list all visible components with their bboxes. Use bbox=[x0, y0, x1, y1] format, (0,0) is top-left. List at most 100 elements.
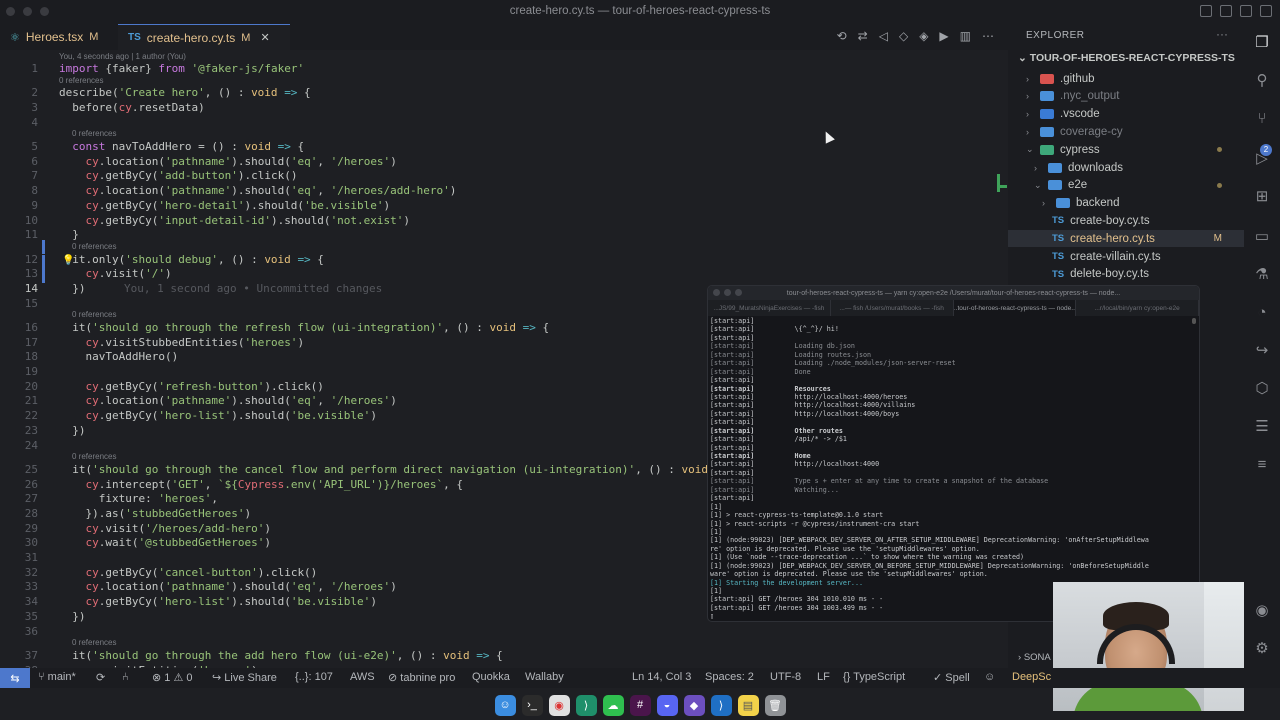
toggle-panel-icon[interactable] bbox=[1220, 5, 1232, 17]
references-lens[interactable]: 0 references bbox=[72, 452, 116, 461]
wallaby-status[interactable]: Wallaby bbox=[525, 671, 564, 683]
code-line[interactable]: 12 it.only('should debug', () : void => … bbox=[0, 253, 1008, 268]
references-lens[interactable]: 0 references bbox=[72, 129, 116, 138]
tabnine-status[interactable]: ⊘ tabnine pro bbox=[388, 671, 455, 684]
notes-icon[interactable]: ≡ bbox=[1250, 452, 1274, 476]
terminal-tab[interactable]: ...r/local/bin/yarn cy:open-e2e bbox=[1076, 300, 1199, 316]
chevron-right-icon[interactable]: › bbox=[1026, 127, 1036, 137]
customize-layout-icon[interactable] bbox=[1260, 5, 1272, 17]
file-item[interactable]: TS create-hero.cy.ts M bbox=[1008, 230, 1244, 248]
cursor-position[interactable]: Ln 14, Col 3 bbox=[632, 671, 691, 683]
code-line[interactable]: 3 before(cy.resetData) bbox=[0, 101, 1008, 116]
previous-change-icon[interactable]: ◇ bbox=[899, 29, 908, 43]
git-change-gutter[interactable] bbox=[42, 269, 45, 283]
code-line[interactable]: 6 cy.location('pathname').should('eq', '… bbox=[0, 155, 1008, 170]
code-line[interactable]: 5 const navToAddHero = () : void => { bbox=[0, 140, 1008, 155]
git-change-gutter[interactable] bbox=[42, 255, 45, 269]
folder-item[interactable]: › backend bbox=[1008, 195, 1244, 212]
chevron-down-icon[interactable]: ⌄ bbox=[1034, 180, 1044, 191]
spell-checker[interactable]: ✓ Spell bbox=[933, 671, 970, 684]
code-line[interactable]: 4 bbox=[0, 116, 1008, 131]
search-icon[interactable]: ⚲ bbox=[1250, 68, 1274, 92]
terminal-window[interactable]: tour-of-heroes-react-cypress-ts — yarn c… bbox=[707, 285, 1200, 622]
references-lens[interactable]: 0 references bbox=[72, 242, 116, 251]
terminal-tab[interactable]: ...— fish /Users/murat/books — -fish bbox=[831, 300, 954, 316]
list-icon[interactable]: ☰ bbox=[1250, 414, 1274, 438]
tab-create-hero[interactable]: TS create-hero.cy.ts M ✕ bbox=[118, 24, 290, 50]
timeline-history-icon[interactable]: ⟲ bbox=[837, 29, 847, 43]
explorer-more-icon[interactable]: ··· bbox=[1216, 27, 1228, 41]
encoding[interactable]: UTF-8 bbox=[770, 671, 801, 683]
code-line[interactable]: 2 describe('Create hero', () : void => { bbox=[0, 86, 1008, 101]
terminal-scrollbar[interactable] bbox=[1192, 318, 1196, 324]
file-item[interactable]: TS delete-boy.cy.ts bbox=[1008, 266, 1244, 283]
workspace-root[interactable]: ⌄ TOUR-OF-HEROES-REACT-CYPRESS-TS bbox=[1018, 52, 1235, 64]
live-share-icon[interactable]: ↪ bbox=[1250, 338, 1274, 362]
folder-item[interactable]: › .github bbox=[1008, 70, 1244, 87]
folder-item[interactable]: ⌄ e2e bbox=[1008, 177, 1244, 194]
toggle-primary-sidebar-icon[interactable] bbox=[1200, 5, 1212, 17]
chevron-right-icon[interactable]: › bbox=[1034, 163, 1044, 173]
folder-item[interactable]: › .vscode bbox=[1008, 106, 1244, 123]
aws-status[interactable]: AWS bbox=[350, 671, 375, 683]
chevron-right-icon[interactable]: › bbox=[1042, 198, 1052, 208]
folder-item[interactable]: › downloads bbox=[1008, 159, 1244, 176]
code-line[interactable]: 8 cy.location('pathname').should('eq', '… bbox=[0, 184, 1008, 199]
account-icon[interactable]: ◉ bbox=[1250, 598, 1274, 622]
docker-icon[interactable]: ⬡ bbox=[1250, 376, 1274, 400]
line-endings[interactable]: LF bbox=[817, 671, 830, 683]
bracket-count[interactable]: {..}: 107 bbox=[295, 671, 333, 683]
discord-icon[interactable]: ◒ bbox=[656, 694, 678, 716]
remote-indicator[interactable]: ⇆ bbox=[0, 668, 30, 688]
more-actions-icon[interactable]: ⋯ bbox=[982, 29, 994, 43]
code-line[interactable]: 7 cy.getByCy('add-button').click() bbox=[0, 169, 1008, 184]
vscode-icon[interactable]: ⟩ bbox=[710, 694, 732, 716]
deepscan-status[interactable]: DeepSc bbox=[1012, 671, 1051, 683]
cypress-icon[interactable]: ☁ bbox=[602, 694, 624, 716]
open-changes-icon[interactable]: ⇄ bbox=[858, 29, 868, 43]
live-share-status[interactable]: ↪ Live Share bbox=[212, 671, 277, 684]
trash-icon[interactable]: 🗑 bbox=[764, 694, 786, 716]
terminal-tab[interactable]: ...JS/99_MuratsNinjaExercises — -fish bbox=[708, 300, 831, 316]
chevron-down-icon[interactable]: ⌄ bbox=[1026, 144, 1036, 155]
folder-item[interactable]: › .nyc_output bbox=[1008, 88, 1244, 105]
references-lens[interactable]: 0 references bbox=[72, 310, 116, 319]
git-change-gutter[interactable] bbox=[42, 240, 45, 254]
git-graph-icon[interactable]: ⑃ bbox=[122, 671, 129, 683]
toggle-secondary-sidebar-icon[interactable] bbox=[1240, 5, 1252, 17]
lightbulb-icon[interactable]: 💡 bbox=[62, 255, 74, 266]
code-line[interactable]: 1 import {faker} from '@faker-js/faker' bbox=[0, 62, 1008, 77]
code-line[interactable]: 13 cy.visit('/') bbox=[0, 267, 1008, 282]
go-back-icon[interactable]: ◁ bbox=[879, 29, 888, 43]
chevron-right-icon[interactable]: › bbox=[1026, 74, 1036, 84]
next-change-icon[interactable]: ◈ bbox=[919, 29, 928, 43]
remote-explorer-icon[interactable]: ▭ bbox=[1250, 224, 1274, 248]
code-line[interactable]: 37 it('should go through the add hero fl… bbox=[0, 649, 1008, 664]
run-debug-icon[interactable]: ▷ bbox=[1250, 146, 1274, 170]
obsidian-icon[interactable]: ◆ bbox=[683, 694, 705, 716]
copilot-icon[interactable]: ☺ bbox=[984, 671, 995, 683]
vscode-insiders-icon[interactable]: ⟩ bbox=[575, 694, 597, 716]
close-tab-icon[interactable]: ✕ bbox=[260, 31, 269, 44]
terminal-window-controls[interactable] bbox=[713, 289, 742, 296]
code-line[interactable]: 10 cy.getByCy('input-detail-id').should(… bbox=[0, 214, 1008, 229]
timeline-icon[interactable]: ◔ bbox=[1250, 300, 1274, 324]
file-item[interactable]: TS create-boy.cy.ts bbox=[1008, 212, 1244, 229]
layout-controls[interactable] bbox=[1200, 5, 1272, 17]
files-icon[interactable]: ❐ bbox=[1250, 30, 1274, 54]
git-blame-lens[interactable]: You, 4 seconds ago | 1 author (You) bbox=[59, 52, 186, 61]
terminal-tab-active[interactable]: ...tour-of-heroes-react-cypress-ts — nod… bbox=[953, 300, 1077, 316]
source-control-icon[interactable]: ⑂ bbox=[1250, 106, 1274, 130]
terminal-icon[interactable]: ›_ bbox=[521, 694, 543, 716]
chevron-right-icon[interactable]: › bbox=[1026, 91, 1036, 101]
folder-item[interactable]: ⌄ cypress bbox=[1008, 141, 1244, 158]
split-editor-icon[interactable]: ▥ bbox=[960, 29, 971, 43]
run-tests-icon[interactable]: ▶ bbox=[939, 29, 948, 43]
code-line[interactable]: 11 } bbox=[0, 228, 1008, 243]
references-lens[interactable]: 0 references bbox=[72, 638, 116, 647]
extensions-icon[interactable]: ⊞ bbox=[1250, 184, 1274, 208]
folder-item[interactable]: › coverage-cy bbox=[1008, 123, 1244, 140]
quokka-status[interactable]: Quokka bbox=[472, 671, 510, 683]
slack-icon[interactable]: # bbox=[629, 694, 651, 716]
code-line[interactable]: 36 bbox=[0, 625, 1008, 640]
